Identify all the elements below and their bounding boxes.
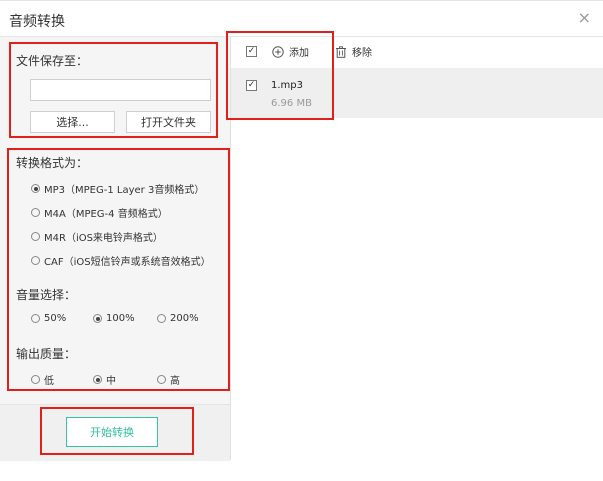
format-option-caf[interactable]: CAF（iOS短信铃声或系统音效格式）: [31, 253, 211, 268]
volume-option-label: 100%: [106, 313, 135, 324]
volume-option-50[interactable]: 50%: [31, 313, 66, 324]
remove-file-button[interactable]: 移除: [335, 44, 372, 59]
quality-option-label: 低: [44, 376, 54, 387]
radio-icon: [31, 232, 40, 241]
radio-icon: [31, 184, 40, 193]
quality-option-label: 高: [170, 376, 180, 387]
remove-file-label: 移除: [352, 48, 372, 59]
radio-icon: [93, 314, 102, 323]
format-option-m4a[interactable]: M4A（MPEG-4 音频格式）: [31, 205, 168, 220]
file-section-highlight: [226, 31, 334, 120]
radio-icon: [31, 256, 40, 265]
format-option-label: M4R（iOS来电铃声格式）: [44, 233, 163, 244]
quality-label: 输出质量：: [16, 347, 77, 361]
radio-icon: [93, 375, 102, 384]
volume-option-label: 200%: [170, 313, 199, 324]
format-option-label: M4A（MPEG-4 音频格式）: [44, 209, 168, 220]
format-label: 转换格式为：: [16, 156, 89, 170]
radio-icon: [31, 208, 40, 217]
save-location-label: 文件保存至：: [16, 54, 89, 68]
trash-icon: [336, 45, 346, 58]
format-option-label: MP3（MPEG-1 Layer 3音频格式）: [44, 185, 205, 196]
format-option-m4r[interactable]: M4R（iOS来电铃声格式）: [31, 229, 163, 244]
choose-folder-button[interactable]: 选择...: [30, 111, 115, 133]
radio-icon: [157, 375, 166, 384]
volume-option-label: 50%: [44, 313, 67, 324]
volume-option-100[interactable]: 100%: [93, 313, 135, 324]
radio-icon: [31, 375, 40, 384]
start-convert-button[interactable]: 开始转换: [66, 417, 158, 447]
volume-label: 音量选择：: [16, 288, 77, 302]
quality-option-medium[interactable]: 中: [93, 372, 116, 387]
format-option-label: CAF（iOS短信铃声或系统音效格式）: [44, 257, 211, 268]
open-folder-button[interactable]: 打开文件夹: [126, 111, 211, 133]
radio-icon: [157, 314, 166, 323]
quality-option-low[interactable]: 低: [31, 372, 54, 387]
quality-option-high[interactable]: 高: [157, 372, 180, 387]
volume-option-200[interactable]: 200%: [157, 313, 199, 324]
close-icon[interactable]: ×: [578, 10, 591, 26]
radio-icon: [31, 314, 40, 323]
format-option-mp3[interactable]: MP3（MPEG-1 Layer 3音频格式）: [31, 181, 204, 196]
save-path-input[interactable]: [30, 79, 211, 101]
quality-option-label: 中: [106, 376, 116, 387]
window-title: 音频转换: [9, 14, 65, 30]
